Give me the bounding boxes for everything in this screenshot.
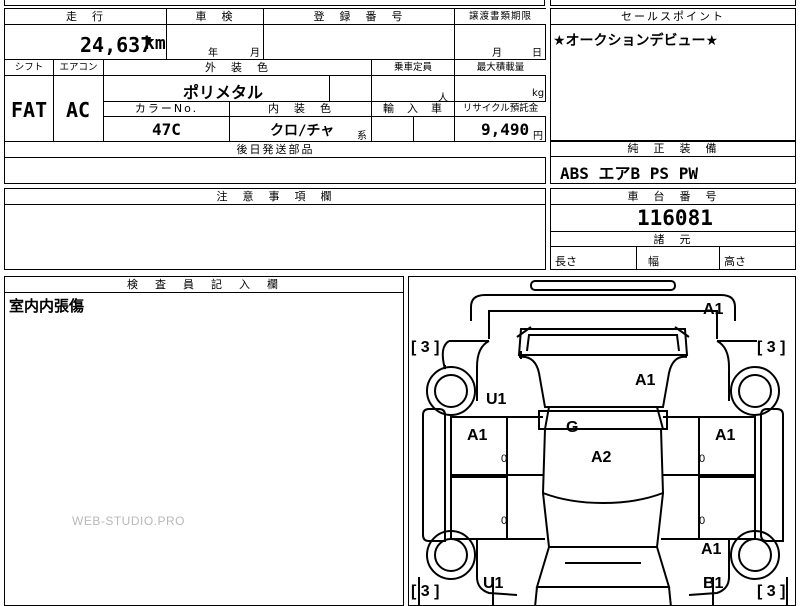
exterior-color-cell: ポリメタル <box>104 76 330 102</box>
exterior-color-header: 外 装 色 <box>104 60 372 76</box>
aircon-value: AC <box>66 98 91 122</box>
mark-bottom-right: B1 <box>703 575 724 592</box>
bracket-bottom-left: [ 3 ] <box>411 583 440 600</box>
capacity-header: 乗車定員 <box>372 60 455 76</box>
sales-point-box: セールスポイント ★オークションデビュー★ <box>550 8 796 141</box>
chassis-value: 116081 <box>637 206 713 230</box>
color-no-header: カラーNo. <box>104 102 230 117</box>
vehicle-info-table: 走 行 車 検 登 録 番 号 譲渡書類期限 24,637 km 年 月 月 日… <box>4 8 546 184</box>
shift-cell: FAT <box>5 76 54 142</box>
mark-right-rear: A1 <box>701 541 722 558</box>
mark-roof: A1 <box>703 301 724 318</box>
watermark: WEB-STUDIO.PRO <box>72 514 186 528</box>
notes-header: 注 意 事 項 欄 <box>5 189 545 205</box>
inspection-year: 年 <box>208 48 218 59</box>
max-load-header: 最大積載量 <box>455 60 546 76</box>
inspection-cell: 年 月 <box>167 25 264 60</box>
max-load-cell: kg <box>455 76 546 102</box>
transfer-deadline-header: 譲渡書類期限 <box>455 9 546 25</box>
exterior-color-value: ポリメタル <box>183 83 264 102</box>
mark-hood: A1 <box>635 372 656 389</box>
mark-bottom-left: U1 <box>483 575 504 592</box>
mileage-header: 走 行 <box>5 9 167 25</box>
recycle-fee-cell: 9,490 円 <box>455 117 546 142</box>
bracket-bottom-left-value: 3 <box>420 583 430 600</box>
capacity-cell: 人 <box>372 76 455 104</box>
mark-zero-rr: 0 <box>699 515 706 527</box>
chassis-box: 車 台 番 号 116081 諸 元 長さ 幅 高さ <box>550 188 796 270</box>
spec-width-label: 幅 <box>648 255 659 268</box>
mileage-value: 24,637 <box>80 33 153 57</box>
aircon-header: エアコン <box>54 60 104 76</box>
registration-cell <box>264 25 455 60</box>
interior-color-suffix: 系 <box>357 131 367 142</box>
transfer-day: 日 <box>532 48 542 59</box>
exterior-color-extra <box>330 76 372 102</box>
bracket-top-left: [ 3 ] <box>411 339 440 356</box>
interior-color-header: 内 装 色 <box>230 102 372 117</box>
import-car-cell-a <box>372 117 414 142</box>
later-parts-header: 後日発送部品 <box>5 142 546 158</box>
spec-height-label: 高さ <box>724 255 746 268</box>
shift-value: FAT <box>11 98 48 122</box>
mileage-unit: km <box>144 33 166 54</box>
mark-zero-rf: 0 <box>699 453 706 465</box>
spec-width-cell: 幅 <box>637 247 720 269</box>
equipment-value: ABS エアB PS PW <box>560 164 698 183</box>
recycle-fee-unit: 円 <box>533 131 543 142</box>
sales-point-text: ★オークションデビュー★ <box>553 33 719 49</box>
aircon-cell: AC <box>54 76 104 142</box>
bracket-top-left-value: 3 <box>420 339 430 356</box>
import-car-header: 輸 入 車 <box>372 102 455 117</box>
spec-length-cell: 長さ <box>551 247 637 269</box>
interior-color-value: クロ/チャ <box>270 123 335 139</box>
color-no-cell: 47C <box>104 117 230 142</box>
mark-front-left: U1 <box>486 391 507 408</box>
later-parts-area <box>5 158 546 183</box>
chassis-header: 車 台 番 号 <box>551 189 795 205</box>
mark-zero-lr: 0 <box>501 515 508 527</box>
equipment-header: 純 正 装 備 <box>551 142 795 157</box>
registration-header: 登 録 番 号 <box>264 9 455 25</box>
transfer-deadline-cell: 月 日 <box>455 25 546 60</box>
mark-glass: G <box>566 419 579 436</box>
bracket-top-right: [ 3 ] <box>757 339 786 356</box>
shift-header: シフト <box>5 60 54 76</box>
interior-color-cell: クロ/チャ 系 <box>230 117 372 142</box>
color-no-value: 47C <box>152 120 181 139</box>
inspector-notes-text: 室内内張傷 <box>9 297 85 315</box>
sales-point-header: セールスポイント <box>551 9 795 25</box>
transfer-month: 月 <box>492 48 502 59</box>
car-diagram-box: A1 [ 3 ] [ 3 ] A1 U1 G A1 A1 A2 0 0 0 0 … <box>408 276 796 606</box>
inspector-notes-header: 検 査 員 記 入 欄 <box>5 277 403 293</box>
mileage-cell: 24,637 km <box>5 25 167 60</box>
recycle-fee-header: リサイクル預託金 <box>455 102 546 117</box>
spec-length-label: 長さ <box>555 255 577 268</box>
bracket-top-right-value: 3 <box>766 339 776 356</box>
max-load-unit: kg <box>532 88 545 99</box>
bracket-bottom-right-value: 3 <box>766 583 776 600</box>
mark-right-front-door: A1 <box>715 427 736 444</box>
recycle-fee-value: 9,490 <box>481 120 530 139</box>
mark-left-front-door: A1 <box>467 427 488 444</box>
bracket-bottom-right: [ 3 ] <box>757 583 786 600</box>
spec-height-cell: 高さ <box>720 247 795 269</box>
notes-box: 注 意 事 項 欄 <box>4 188 546 270</box>
equipment-box: 純 正 装 備 ABS エアB PS PW <box>550 141 796 184</box>
inspection-month: 月 <box>250 48 260 59</box>
inspection-header: 車 検 <box>167 9 264 25</box>
top-strip <box>4 0 545 6</box>
inspector-notes-box: 検 査 員 記 入 欄 室内内張傷 <box>4 276 404 606</box>
import-car-cell-b <box>414 117 455 142</box>
top-strip-right <box>550 0 796 6</box>
mark-zero-lf: 0 <box>501 453 508 465</box>
mark-center: A2 <box>591 449 612 466</box>
specs-header: 諸 元 <box>551 231 795 247</box>
